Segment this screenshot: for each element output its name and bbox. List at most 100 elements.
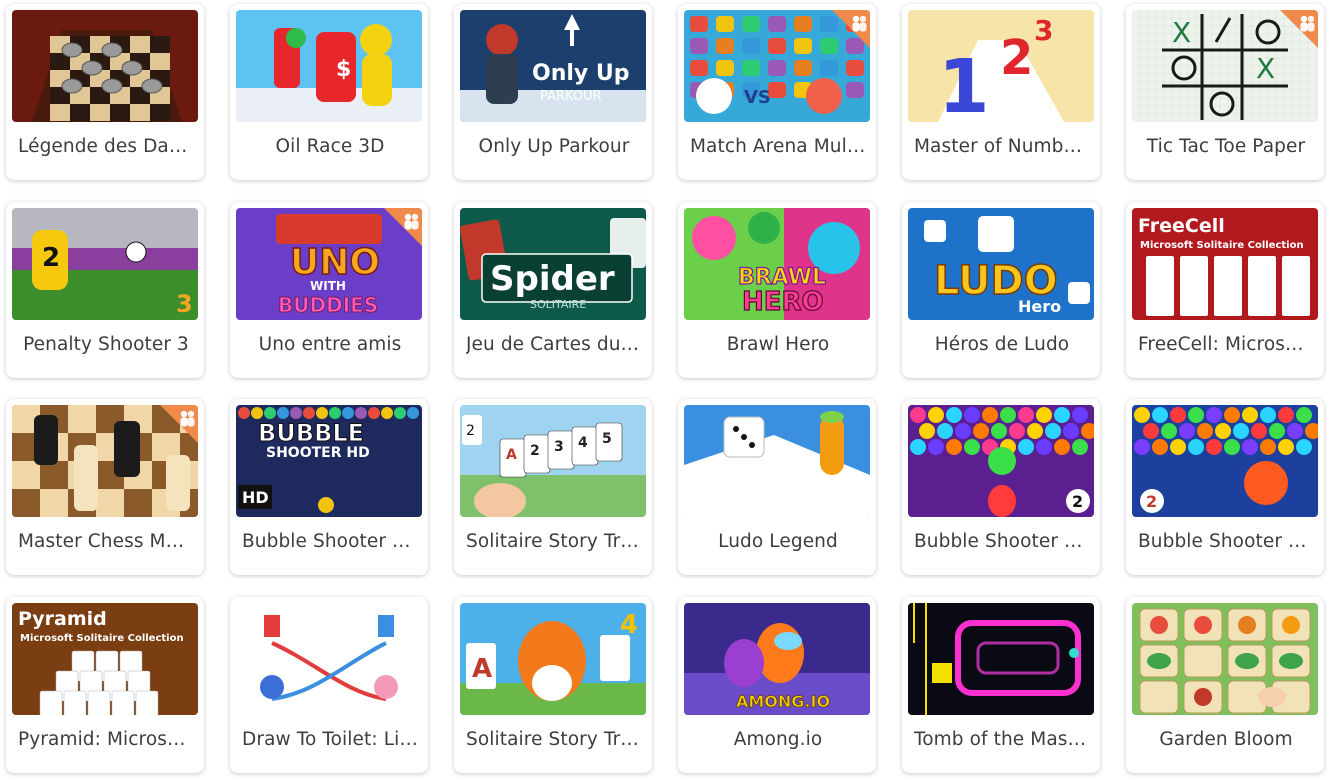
game-card-pyramid-microsoft[interactable]: Pyramid Microsoft Solitaire Collection Pyr…	[6, 597, 204, 773]
game-title[interactable]: Match Arena Mult…	[690, 132, 866, 162]
game-card-heros-de-ludo[interactable]: LUDO Hero Héros de Ludo	[902, 202, 1100, 378]
game-card-jeu-de-cartes-spider[interactable]: Spider SOLITAIRE Jeu de Cartes du …	[454, 202, 652, 378]
game-title[interactable]: Garden Bloom	[1138, 725, 1314, 755]
game-thumbnail[interactable]: 2	[908, 405, 1094, 517]
game-grid: Légende des Dam… $ Oil Race 3D Only Up PARKO…	[0, 0, 1332, 780]
game-title[interactable]: Jeu de Cartes du …	[466, 330, 642, 360]
game-thumbnail[interactable]: BRAWL HERO	[684, 208, 870, 320]
game-card-match-arena-multiplayer[interactable]: VS Match Arena Mult…	[678, 4, 876, 180]
game-thumbnail[interactable]: $	[236, 10, 422, 122]
game-card-master-of-numbers[interactable]: 1 2 3 Master of Numbe…	[902, 4, 1100, 180]
svg-text:BUDDIES: BUDDIES	[278, 293, 378, 317]
svg-text:X: X	[1256, 52, 1275, 85]
game-card-brawl-hero[interactable]: BRAWL HERO Brawl Hero	[678, 202, 876, 378]
game-title[interactable]: Bubble Shooter F…	[1138, 527, 1314, 557]
svg-text:SOLITAIRE: SOLITAIRE	[530, 298, 586, 311]
game-card-penalty-shooter-3[interactable]: 2 3 Penalty Shooter 3	[6, 202, 204, 378]
svg-text:3: 3	[1034, 14, 1053, 47]
game-thumbnail[interactable]	[908, 603, 1094, 715]
game-card-tic-tac-toe-paper[interactable]: XX Tic Tac Toe Paper	[1126, 4, 1324, 180]
game-title[interactable]: Penalty Shooter 3	[18, 330, 194, 360]
game-title[interactable]: Oil Race 3D	[242, 132, 418, 162]
game-title[interactable]: Légende des Dam…	[18, 132, 194, 162]
game-thumbnail[interactable]: BUBBLE SHOOTER HD HD	[236, 405, 422, 517]
game-card-solitaire-story-tripeaks-4[interactable]: A 4 Solitaire Story Tri…	[454, 597, 652, 773]
game-thumbnail[interactable]	[12, 10, 198, 122]
game-thumbnail[interactable]: Pyramid Microsoft Solitaire Collection	[12, 603, 198, 715]
game-title[interactable]: Brawl Hero	[690, 330, 866, 360]
svg-text:2: 2	[1146, 492, 1157, 511]
svg-text:4: 4	[578, 435, 588, 451]
game-title[interactable]: Héros de Ludo	[914, 330, 1090, 360]
game-thumbnail[interactable]: Spider SOLITAIRE	[460, 208, 646, 320]
game-thumbnail[interactable]	[236, 603, 422, 715]
svg-text:2: 2	[42, 243, 60, 273]
svg-text:Microsoft Solitaire Collection: Microsoft Solitaire Collection	[20, 633, 184, 644]
svg-text:A: A	[506, 447, 517, 463]
game-card-draw-to-toilet[interactable]: Draw To Toilet: Li…	[230, 597, 428, 773]
game-card-legende-des-dames[interactable]: Légende des Dam…	[6, 4, 204, 180]
game-thumbnail[interactable]: A4	[460, 603, 646, 715]
game-title[interactable]: Bubble Shooter P…	[914, 527, 1090, 557]
game-thumbnail[interactable]: AMONG.IO	[684, 603, 870, 715]
game-thumbnail[interactable]: FreeCell Microsoft Solitaire Collection	[1132, 208, 1318, 320]
svg-text:4: 4	[620, 610, 638, 640]
game-card-bubble-shooter-hd[interactable]: BUBBLE SHOOTER HD HD Bubble Shooter HD	[230, 399, 428, 575]
game-thumbnail[interactable]: Only Up PARKOUR	[460, 10, 646, 122]
svg-text:5: 5	[602, 431, 612, 447]
game-card-only-up-parkour[interactable]: Only Up PARKOUR Only Up Parkour	[454, 4, 652, 180]
game-thumbnail[interactable]: UNO WITH BUDDIES	[236, 208, 422, 320]
game-title[interactable]: Pyramid: Microso…	[18, 725, 194, 755]
multiplayer-people-icon	[378, 208, 422, 246]
game-title[interactable]: Only Up Parkour	[466, 132, 642, 162]
game-title[interactable]: Tomb of the Mask…	[914, 725, 1090, 755]
svg-text:HERO: HERO	[742, 287, 824, 317]
game-card-uno-entre-amis[interactable]: UNO WITH BUDDIES Uno entre amis	[230, 202, 428, 378]
game-title[interactable]: Solitaire Story Tri…	[466, 725, 642, 755]
game-card-tomb-of-the-mask[interactable]: Tomb of the Mask…	[902, 597, 1100, 773]
game-thumbnail[interactable]: 23	[12, 208, 198, 320]
multiplayer-people-icon	[154, 405, 198, 443]
game-thumbnail[interactable]: XX	[1132, 10, 1318, 122]
game-title[interactable]: Among.io	[690, 725, 866, 755]
multiplayer-people-icon	[826, 10, 870, 48]
game-card-freecell-microsoft[interactable]: FreeCell Microsoft Solitaire Collection Fr…	[1126, 202, 1324, 378]
svg-text:Only Up: Only Up	[532, 61, 630, 86]
svg-text:Pyramid: Pyramid	[18, 608, 107, 630]
svg-text:$: $	[336, 57, 351, 82]
game-card-solitaire-story-tripeaks[interactable]: A 2 3 4 5 2 Solitaire Story Tri…	[454, 399, 652, 575]
game-title[interactable]: Bubble Shooter HD	[242, 527, 418, 557]
game-title[interactable]: Uno entre amis	[242, 330, 418, 360]
svg-text:UNO: UNO	[290, 242, 380, 283]
game-thumbnail[interactable]: LUDO Hero	[908, 208, 1094, 320]
game-card-oil-race-3d[interactable]: $ Oil Race 3D	[230, 4, 428, 180]
game-thumbnail[interactable]	[1132, 603, 1318, 715]
svg-text:3: 3	[554, 439, 564, 455]
game-thumbnail[interactable]	[684, 405, 870, 517]
game-title[interactable]: Tic Tac Toe Paper	[1138, 132, 1314, 162]
svg-text:1: 1	[938, 44, 990, 122]
game-thumbnail[interactable]: A23452	[460, 405, 646, 517]
svg-text:Spider: Spider	[490, 259, 615, 299]
game-card-bubble-shooter-pro-2[interactable]: 2 Bubble Shooter P…	[902, 399, 1100, 575]
game-thumbnail[interactable]: 2	[1132, 405, 1318, 517]
game-title[interactable]: FreeCell: Microsof…	[1138, 330, 1314, 360]
svg-text:BUBBLE: BUBBLE	[258, 419, 364, 447]
game-title[interactable]: Solitaire Story Tri…	[466, 527, 642, 557]
game-title[interactable]: Master Chess Mul…	[18, 527, 194, 557]
svg-text:PARKOUR: PARKOUR	[540, 89, 602, 104]
svg-text:WITH: WITH	[310, 279, 346, 293]
game-card-ludo-legend[interactable]: Ludo Legend	[678, 399, 876, 575]
game-card-master-chess-multiplayer[interactable]: Master Chess Mul…	[6, 399, 204, 575]
game-title[interactable]: Draw To Toilet: Li…	[242, 725, 418, 755]
game-title[interactable]: Ludo Legend	[690, 527, 866, 557]
game-card-garden-bloom[interactable]: Garden Bloom	[1126, 597, 1324, 773]
game-thumbnail[interactable]	[12, 405, 198, 517]
game-title[interactable]: Master of Numbe…	[914, 132, 1090, 162]
game-card-bubble-shooter-free-2[interactable]: 2 Bubble Shooter F…	[1126, 399, 1324, 575]
svg-text:FreeCell: FreeCell	[1138, 215, 1225, 237]
svg-text:A: A	[472, 654, 492, 684]
game-card-among-io[interactable]: AMONG.IO Among.io	[678, 597, 876, 773]
game-thumbnail[interactable]: VS	[684, 10, 870, 122]
game-thumbnail[interactable]: 123	[908, 10, 1094, 122]
